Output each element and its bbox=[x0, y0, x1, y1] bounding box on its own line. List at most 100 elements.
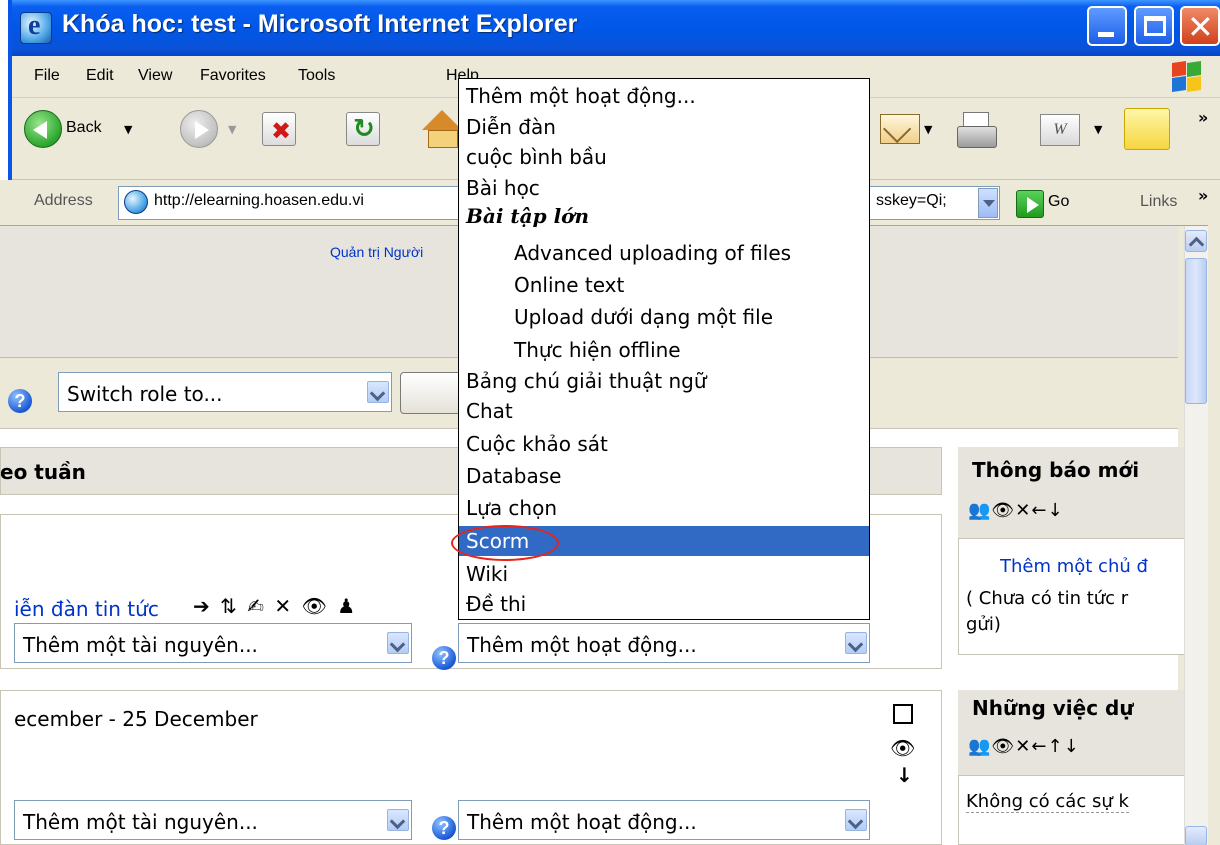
address-url[interactable]: http://elearning.hoasen.edu.vi bbox=[154, 192, 364, 210]
dropdown-option[interactable]: Advanced uploading of files bbox=[459, 238, 869, 268]
dropdown-option[interactable]: Thêm một hoạt động... bbox=[459, 81, 869, 111]
close-button[interactable]: ✕ bbox=[1180, 6, 1220, 46]
assign-roles-icon[interactable]: 👥 bbox=[968, 500, 991, 521]
move-right-icon[interactable]: ➔ bbox=[193, 594, 212, 618]
mail-dropdown-icon[interactable]: ▼ bbox=[924, 123, 932, 136]
add-activity-select[interactable]: Thêm một hoạt động... bbox=[458, 800, 870, 840]
mail-icon[interactable] bbox=[880, 114, 920, 144]
news-forum-link[interactable]: iễn đàn tin tức bbox=[14, 597, 159, 621]
latest-news-title: Thông báo mới bbox=[972, 458, 1140, 482]
add-activity-select[interactable]: Thêm một hoạt động... bbox=[458, 623, 870, 663]
move-icon[interactable]: ⇅ bbox=[220, 594, 239, 618]
go-icon[interactable] bbox=[1016, 190, 1044, 218]
eye-icon[interactable]: 👁 bbox=[890, 736, 915, 760]
groups-icon[interactable]: ♟ bbox=[337, 594, 357, 618]
back-icon[interactable] bbox=[24, 110, 62, 148]
dropdown-option[interactable]: Cuộc khảo sát bbox=[459, 429, 869, 459]
dropdown-option[interactable]: Đề thi bbox=[459, 589, 869, 619]
note-icon[interactable] bbox=[1124, 108, 1170, 150]
add-resource-select[interactable]: Thêm một tài nguyên... bbox=[14, 623, 412, 663]
dropdown-option[interactable]: Online text bbox=[459, 270, 869, 300]
toolbar-chevron-icon[interactable]: » bbox=[1198, 108, 1208, 127]
window-title: Khóa hoc: test - Microsoft Internet Expl… bbox=[62, 10, 578, 38]
chevron-down-icon bbox=[387, 632, 409, 654]
add-resource-select[interactable]: Thêm một tài nguyên... bbox=[14, 800, 412, 840]
dropdown-option[interactable]: Diễn đàn bbox=[459, 112, 869, 142]
delete-icon[interactable]: ✕ bbox=[1015, 500, 1031, 521]
scroll-up-button[interactable] bbox=[1185, 230, 1207, 252]
dropdown-option[interactable]: Lựa chọn bbox=[459, 493, 869, 523]
delete-icon[interactable]: ✕ bbox=[1015, 736, 1031, 757]
block-edit-icons: 👥👁✕←↑↓ bbox=[968, 736, 1080, 757]
go-button-label[interactable]: Go bbox=[1048, 193, 1069, 211]
admin-user-link[interactable]: Quản trị Người bbox=[330, 244, 423, 260]
dropdown-option[interactable]: Upload dưới dạng một file bbox=[459, 302, 869, 332]
eye-icon[interactable]: 👁 bbox=[302, 594, 329, 618]
maximize-button[interactable] bbox=[1134, 6, 1174, 46]
dropdown-option[interactable]: Chat bbox=[459, 396, 869, 426]
links-chevron-icon[interactable]: » bbox=[1198, 186, 1208, 205]
move-down-icon[interactable]: ↓ bbox=[1064, 736, 1080, 757]
minimize-button[interactable] bbox=[1087, 6, 1127, 46]
eye-icon[interactable]: 👁 bbox=[991, 500, 1015, 521]
stop-icon[interactable]: ✖ bbox=[262, 112, 296, 146]
dropdown-option[interactable]: cuộc bình bầu bbox=[459, 142, 869, 172]
address-url-tail[interactable]: sskey=Qi; bbox=[876, 192, 947, 210]
edit-icon[interactable]: ✍ bbox=[247, 594, 266, 618]
switch-role-button[interactable] bbox=[400, 372, 462, 414]
highlight-annotation-circle bbox=[451, 525, 559, 561]
move-down-icon[interactable]: ↓ bbox=[896, 763, 913, 787]
help-icon[interactable]: ? bbox=[8, 389, 32, 413]
switch-role-select[interactable]: Switch role to... bbox=[58, 372, 392, 412]
dropdown-option[interactable]: Bảng chú giải thuật ngữ bbox=[459, 366, 869, 396]
windows-logo-icon bbox=[1172, 61, 1202, 92]
page-icon bbox=[124, 190, 148, 214]
weekly-outline-title: eo tuần bbox=[0, 460, 86, 484]
print-icon[interactable] bbox=[955, 110, 999, 150]
move-left-icon[interactable]: ← bbox=[1031, 736, 1047, 757]
menu-edit[interactable]: Edit bbox=[86, 67, 114, 85]
dropdown-option[interactable]: Wiki bbox=[459, 559, 869, 589]
menu-tools[interactable]: Tools bbox=[298, 67, 335, 85]
forward-dropdown-icon[interactable]: ▼ bbox=[228, 123, 236, 136]
address-dropdown-button[interactable] bbox=[978, 188, 998, 218]
upcoming-events-title: Những việc dự bbox=[972, 696, 1134, 720]
chevron-down-icon bbox=[387, 809, 409, 831]
menu-favorites[interactable]: Favorites bbox=[200, 67, 266, 85]
chevron-down-icon bbox=[367, 381, 389, 403]
move-left-icon[interactable]: ← bbox=[1031, 500, 1047, 521]
no-news-text-continued: gửi) bbox=[966, 614, 1001, 635]
refresh-icon[interactable]: ↻ bbox=[346, 112, 380, 146]
no-news-text: ( Chưa có tin tức r bbox=[966, 588, 1129, 609]
menu-file[interactable]: File bbox=[34, 67, 60, 85]
links-button[interactable]: Links bbox=[1140, 193, 1177, 211]
back-dropdown-icon[interactable]: ▼ bbox=[124, 123, 132, 136]
dropdown-option[interactable]: Thực hiện offline bbox=[459, 335, 869, 365]
back-button-label[interactable]: Back bbox=[66, 119, 102, 137]
assign-roles-icon[interactable]: 👥 bbox=[968, 736, 991, 757]
edit-dropdown-icon[interactable]: ▼ bbox=[1094, 123, 1102, 136]
address-label: Address bbox=[34, 192, 93, 209]
title-bar[interactable]: Khóa hoc: test - Microsoft Internet Expl… bbox=[12, 0, 1220, 56]
block-edit-icons: 👥👁✕←↓ bbox=[968, 500, 1064, 521]
switch-role-value: Switch role to... bbox=[67, 382, 223, 406]
dropdown-option[interactable]: Database bbox=[459, 461, 869, 491]
move-down-icon[interactable]: ↓ bbox=[1047, 500, 1063, 521]
help-icon[interactable]: ? bbox=[432, 646, 456, 670]
home-icon[interactable] bbox=[420, 108, 462, 148]
delete-icon[interactable]: ✕ bbox=[274, 594, 293, 618]
minimize-icon bbox=[1098, 32, 1114, 37]
dropdown-option[interactable]: Bài học bbox=[459, 173, 869, 203]
add-topic-link[interactable]: Thêm một chủ đ bbox=[1000, 556, 1148, 577]
close-icon: ✕ bbox=[1187, 8, 1214, 46]
move-up-icon[interactable]: ↑ bbox=[1047, 736, 1063, 757]
menu-view[interactable]: View bbox=[138, 67, 172, 85]
scrollbar-thumb[interactable] bbox=[1185, 258, 1207, 404]
highlight-week-icon[interactable] bbox=[893, 704, 913, 724]
forward-icon[interactable] bbox=[180, 110, 218, 148]
eye-icon[interactable]: 👁 bbox=[991, 736, 1015, 757]
ie-icon bbox=[20, 10, 52, 44]
scroll-down-button[interactable] bbox=[1185, 826, 1207, 845]
help-icon[interactable]: ? bbox=[432, 816, 456, 840]
word-icon[interactable]: W bbox=[1040, 114, 1080, 146]
